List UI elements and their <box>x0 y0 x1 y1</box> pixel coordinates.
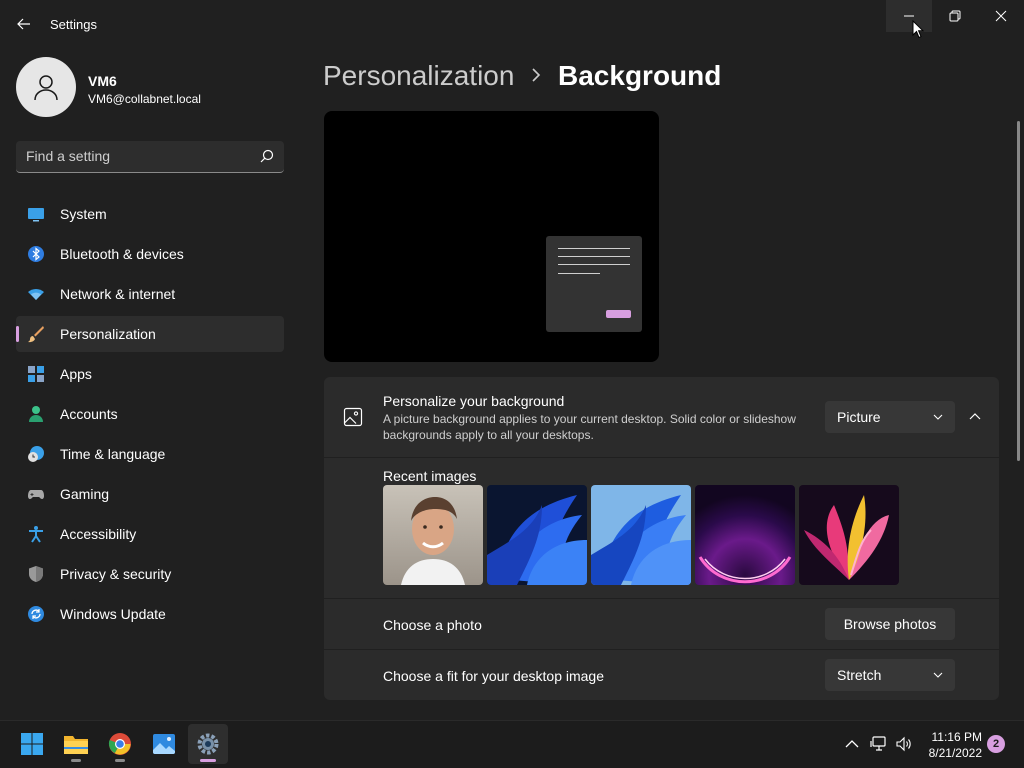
taskbar-file-explorer[interactable] <box>56 724 96 764</box>
breadcrumb-parent[interactable]: Personalization <box>323 60 514 92</box>
dropdown-value: Picture <box>837 409 881 425</box>
notification-badge[interactable]: 2 <box>987 735 1005 753</box>
taskbar-photos[interactable] <box>144 724 184 764</box>
search-box[interactable] <box>16 141 284 173</box>
taskbar-settings[interactable] <box>188 724 228 764</box>
sidebar-item-gaming[interactable]: Gaming <box>16 476 284 512</box>
sidebar-item-accessibility[interactable]: Accessibility <box>16 516 284 552</box>
sidebar-item-system[interactable]: System <box>16 196 284 232</box>
close-button[interactable] <box>978 0 1024 32</box>
chrome-icon <box>108 733 131 755</box>
portrait-thumbnail <box>383 485 483 585</box>
wifi-icon <box>28 289 44 300</box>
sidebar-item-label: Privacy & security <box>60 566 172 582</box>
gamepad-icon <box>28 490 44 499</box>
chevron-down-icon <box>933 414 943 420</box>
chevron-right-icon <box>532 68 541 82</box>
sidebar-item-label: Windows Update <box>60 606 166 622</box>
shield-icon <box>29 566 43 582</box>
chevron-up-icon[interactable] <box>843 735 861 753</box>
restore-icon <box>949 10 961 22</box>
sidebar-item-label: Accounts <box>60 406 118 422</box>
sidebar-item-accounts[interactable]: Accounts <box>16 396 284 432</box>
sidebar-item-apps[interactable]: Apps <box>16 356 284 392</box>
recent-image-bloom-light[interactable] <box>591 485 691 585</box>
mouse-cursor-icon <box>912 20 924 39</box>
preview-window <box>546 236 642 332</box>
personalize-title: Personalize your background <box>383 393 565 409</box>
volume-icon[interactable] <box>895 735 913 753</box>
minimize-button[interactable] <box>886 0 932 32</box>
sidebar-item-label: Apps <box>60 366 92 382</box>
user-email: VM6@collabnet.local <box>88 92 201 106</box>
collapse-button[interactable] <box>963 405 987 429</box>
file-explorer-icon <box>64 736 88 754</box>
settings-icon <box>197 733 219 755</box>
chevron-down-icon <box>933 672 943 678</box>
start-icon <box>21 733 43 755</box>
recent-image-portrait[interactable] <box>383 485 483 585</box>
recent-images-label: Recent images <box>383 468 477 484</box>
app-title: Settings <box>50 17 97 32</box>
choose-fit-label: Choose a fit for your desktop image <box>383 668 605 684</box>
sidebar-item-label: Accessibility <box>60 526 137 542</box>
sidebar-item-time-language[interactable]: Time & language <box>16 436 284 472</box>
sidebar-item-windows-update[interactable]: Windows Update <box>16 596 284 632</box>
taskbar-chrome[interactable] <box>100 724 140 764</box>
user-icon <box>34 75 58 101</box>
bloom-light-thumbnail <box>591 485 691 585</box>
page-title: Background <box>558 60 722 91</box>
accessibility-icon <box>29 526 43 543</box>
search-icon[interactable] <box>260 149 274 163</box>
clock-globe-icon <box>28 446 44 462</box>
clock-date: 8/21/2022 <box>928 746 982 760</box>
bloom-dark-thumbnail <box>487 485 587 585</box>
sidebar-item-label: System <box>60 206 107 222</box>
picture-icon <box>343 407 363 427</box>
back-arrow-icon <box>17 18 30 30</box>
person-icon <box>29 406 43 422</box>
sidebar-item-bluetooth[interactable]: Bluetooth & devices <box>16 236 284 272</box>
restore-button[interactable] <box>932 0 978 32</box>
photos-icon <box>153 734 175 754</box>
sidebar-item-label: Time & language <box>60 446 166 462</box>
update-icon <box>28 606 44 622</box>
bluetooth-icon <box>28 246 44 262</box>
scrollbar[interactable] <box>1017 121 1020 461</box>
fit-dropdown[interactable]: Stretch <box>825 659 955 691</box>
back-button[interactable] <box>14 14 34 34</box>
recent-image-flower[interactable] <box>799 485 899 585</box>
monitor-icon <box>28 208 44 222</box>
glow-thumbnail <box>695 485 795 585</box>
choose-photo-label: Choose a photo <box>383 617 482 633</box>
dropdown-value: Stretch <box>837 667 882 683</box>
sidebar-item-label: Network & internet <box>60 286 176 302</box>
recent-image-glow[interactable] <box>695 485 795 585</box>
browse-photos-button[interactable]: Browse photos <box>825 608 955 640</box>
taskbar-clock[interactable]: 11:16 PM 8/21/2022 <box>916 729 982 761</box>
background-type-dropdown[interactable]: Picture <box>825 401 955 433</box>
start-button[interactable] <box>12 724 52 764</box>
close-icon <box>995 10 1007 22</box>
personalize-description: A picture background applies to your cur… <box>383 412 796 442</box>
sidebar-item-label: Gaming <box>60 486 110 502</box>
sidebar-item-privacy[interactable]: Privacy & security <box>16 556 284 592</box>
flower-thumbnail <box>799 485 899 585</box>
sidebar-item-personalization[interactable]: Personalization <box>16 316 284 352</box>
sidebar-nav: System Bluetooth & devices Network & int… <box>16 196 284 636</box>
paintbrush-icon <box>28 326 44 343</box>
chevron-up-icon <box>969 413 981 420</box>
apps-icon <box>28 366 44 382</box>
avatar[interactable] <box>16 57 76 117</box>
user-name: VM6 <box>88 73 117 89</box>
sidebar-item-network[interactable]: Network & internet <box>16 276 284 312</box>
network-icon[interactable] <box>870 735 888 753</box>
recent-image-bloom-dark[interactable] <box>487 485 587 585</box>
search-input[interactable] <box>26 141 246 171</box>
clock-time: 11:16 PM <box>931 730 982 744</box>
sidebar-item-label: Personalization <box>60 326 156 342</box>
sidebar-item-label: Bluetooth & devices <box>60 246 184 262</box>
